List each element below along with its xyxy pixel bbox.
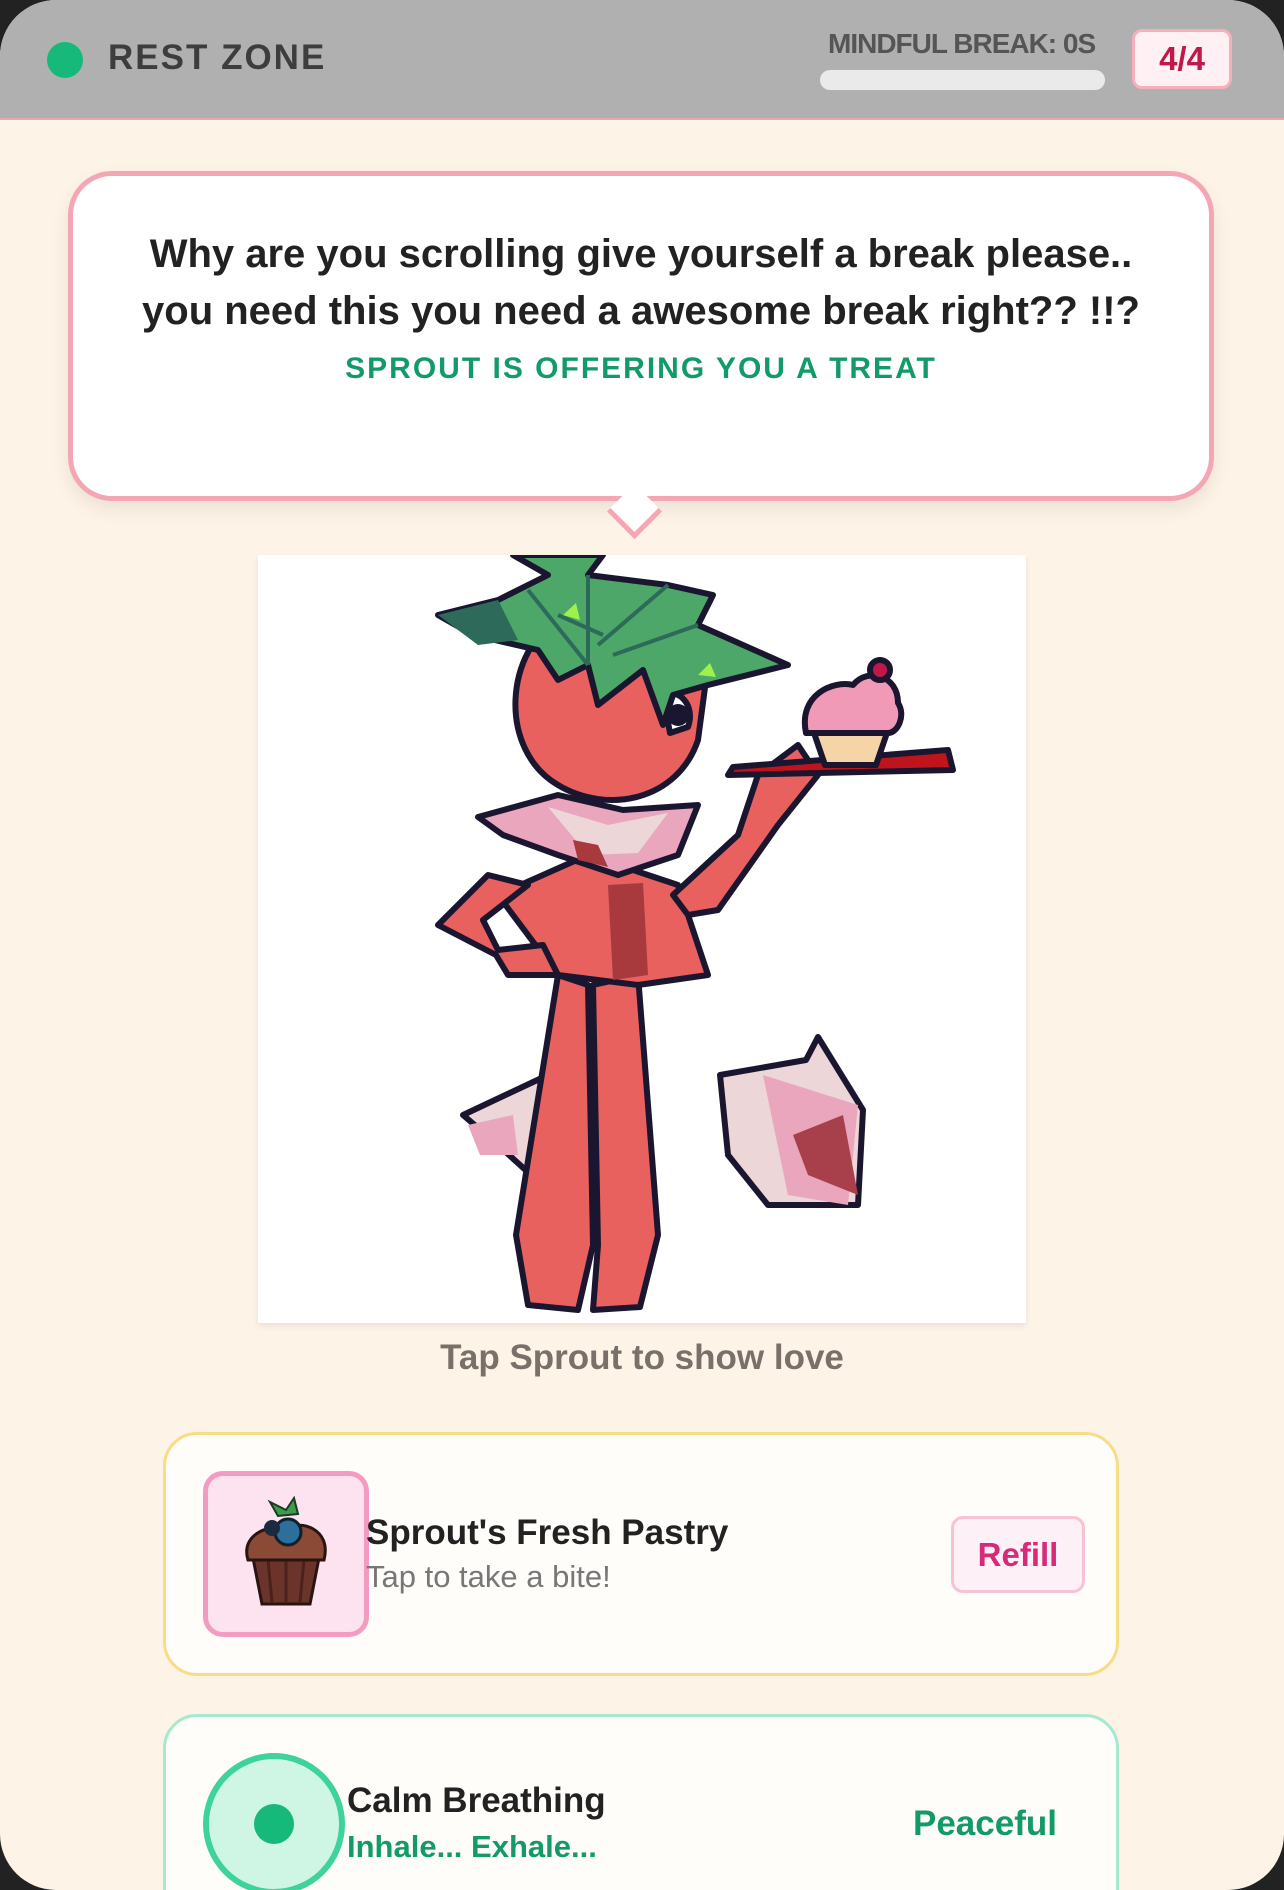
pastry-subtitle: Tap to take a bite! xyxy=(366,1559,611,1594)
rest-zone-screen: REST ZONE MINDFUL BREAK: 0S 4/4 Why are … xyxy=(0,0,1284,1890)
speech-bubble: Why are you scrolling give yourself a br… xyxy=(68,171,1214,501)
breathing-state-label: Peaceful xyxy=(913,1804,1057,1843)
refill-button[interactable]: Refill xyxy=(951,1516,1085,1593)
sprout-mascot-illustration xyxy=(435,552,956,1313)
pastry-title: Sprout's Fresh Pastry xyxy=(366,1513,729,1552)
mindful-break-label: MINDFUL BREAK: 0S xyxy=(828,28,1096,59)
sprout-mascot[interactable] xyxy=(258,552,1026,1323)
pastry-card: Sprout's Fresh Pastry Tap to take a bite… xyxy=(163,1432,1119,1676)
top-bar: REST ZONE MINDFUL BREAK: 0S 4/4 xyxy=(0,0,1284,120)
breathing-circle-core-icon xyxy=(254,1804,294,1844)
breathing-card: Calm Breathing Inhale... Exhale... Peace… xyxy=(163,1714,1119,1890)
mascot-tap-hint: Tap Sprout to show love xyxy=(440,1338,844,1377)
pastry-thumbnail[interactable] xyxy=(203,1471,369,1637)
breathing-circle[interactable] xyxy=(203,1753,345,1890)
breathing-title: Calm Breathing xyxy=(347,1781,606,1820)
speech-bubble-subtitle: SPROUT IS OFFERING YOU A TREAT xyxy=(345,352,937,385)
breathing-subtitle: Inhale... Exhale... xyxy=(347,1829,597,1864)
status-indicator-icon xyxy=(47,42,83,78)
treat-count-badge: 4/4 xyxy=(1132,29,1232,89)
speech-bubble-message: Why are you scrolling give yourself a br… xyxy=(142,232,1140,333)
zone-title: REST ZONE xyxy=(108,38,327,77)
mindful-break-progress xyxy=(820,70,1105,90)
cupcake-icon xyxy=(245,1495,327,1606)
